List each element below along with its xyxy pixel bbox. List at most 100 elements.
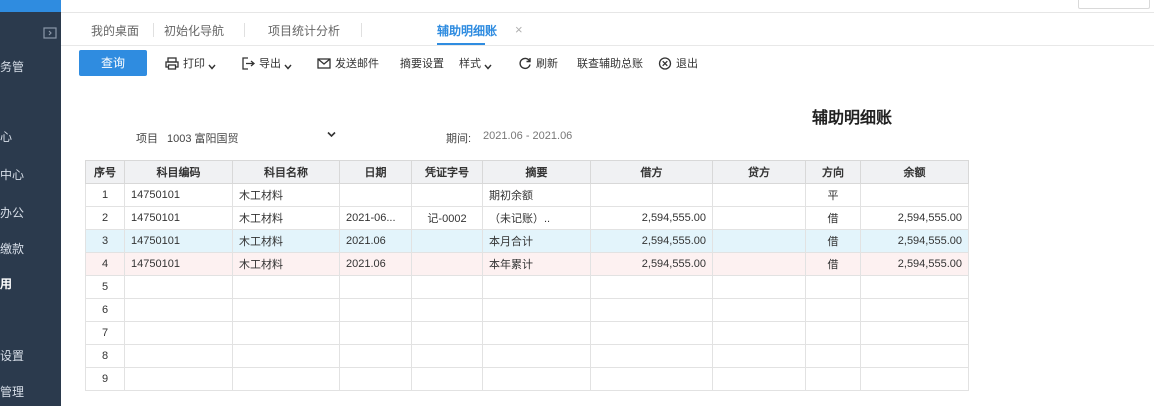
col-header-debit[interactable]: 借方	[590, 160, 713, 184]
export-button[interactable]: 导出	[241, 55, 296, 73]
cell-debit	[590, 344, 713, 368]
print-button[interactable]: 打印	[165, 55, 220, 73]
table-row[interactable]: 2 14750101 木工材料 2021-06... 记-0002 （未记账）.…	[85, 206, 969, 230]
col-header-no[interactable]: 序号	[85, 160, 125, 184]
export-icon	[242, 57, 256, 70]
sidebar-item-9[interactable]: 管理	[0, 383, 40, 401]
table-row[interactable]: 9	[85, 367, 969, 391]
sidebar-item-7[interactable]	[0, 311, 40, 329]
sidebar: 务管 心 中心 办公 缴款 用 设置 管理	[0, 0, 61, 406]
sidebar-item-5[interactable]: 缴款	[0, 240, 40, 258]
cell-summary: （未记账）..	[482, 206, 591, 230]
cell-debit	[590, 275, 713, 299]
cell-code: 14750101	[124, 252, 233, 276]
query-button[interactable]: 查询	[79, 50, 147, 76]
cell-summary: 本月合计	[482, 229, 591, 253]
cell-balance: 2,594,555.00	[860, 229, 969, 253]
printer-icon	[165, 57, 179, 70]
cell-summary: 期初余额	[482, 183, 591, 207]
cell-debit	[590, 298, 713, 322]
cell-name	[232, 344, 340, 368]
report-title: 辅助明细账	[812, 110, 893, 127]
cell-summary	[482, 275, 591, 299]
col-header-summary[interactable]: 摘要	[482, 160, 591, 184]
cell-summary: 本年累计	[482, 252, 591, 276]
col-header-credit[interactable]: 贷方	[712, 160, 806, 184]
collapse-icon[interactable]	[43, 26, 57, 40]
exit-button[interactable]: 退出	[658, 55, 698, 73]
sidebar-item-8[interactable]: 设置	[0, 347, 40, 365]
cell-name: 木工材料	[232, 206, 340, 230]
col-header-voucher[interactable]: 凭证字号	[411, 160, 483, 184]
cell-date	[339, 275, 412, 299]
sidebar-item-2[interactable]: 心	[0, 128, 40, 146]
cell-debit: 2,594,555.00	[590, 206, 713, 230]
cell-debit: 2,594,555.00	[590, 229, 713, 253]
close-icon[interactable]: ×	[515, 22, 523, 37]
cell-no: 5	[85, 275, 125, 299]
cell-direction	[805, 344, 861, 368]
exit-label: 退出	[676, 58, 698, 70]
cell-voucher	[411, 344, 483, 368]
cell-voucher	[411, 275, 483, 299]
col-header-direction[interactable]: 方向	[805, 160, 861, 184]
table-row[interactable]: 8	[85, 344, 969, 368]
cell-no: 7	[85, 321, 125, 345]
project-select[interactable]: 1003 富阳国贸	[167, 130, 239, 146]
sidebar-item-4[interactable]: 办公	[0, 204, 40, 222]
send-mail-button[interactable]: 发送邮件	[317, 55, 379, 73]
sidebar-item-3[interactable]: 中心	[0, 166, 40, 184]
chevron-down-icon[interactable]	[327, 131, 336, 138]
project-label: 项目	[136, 133, 158, 145]
voucher-link[interactable]: 记-0002	[411, 206, 483, 230]
cell-voucher	[411, 252, 483, 276]
sidebar-item-0[interactable]: 务管	[0, 58, 40, 76]
tab-my-desktop[interactable]: 我的桌面	[91, 22, 139, 40]
link-aux-summary-button[interactable]: 联查辅助总账	[577, 55, 643, 73]
cell-code: 14750101	[124, 206, 233, 230]
sidebar-item-6[interactable]: 用	[0, 275, 40, 293]
cell-name: 木工材料	[232, 252, 340, 276]
cell-name: 木工材料	[232, 229, 340, 253]
cell-direction	[805, 298, 861, 322]
tab-aux-detail-ledger[interactable]: 辅助明细账	[437, 22, 497, 40]
style-button[interactable]: 样式	[459, 55, 496, 73]
cell-debit	[590, 367, 713, 391]
cell-credit	[712, 229, 806, 253]
col-header-balance[interactable]: 余额	[860, 160, 969, 184]
cell-date	[339, 321, 412, 345]
cell-credit	[712, 206, 806, 230]
summary-settings-button[interactable]: 摘要设置	[400, 55, 444, 73]
table-row[interactable]: 1 14750101 木工材料 期初余额 平	[85, 183, 969, 207]
cell-summary	[482, 367, 591, 391]
table-header-row: 序号 科目编码 科目名称 日期 凭证字号 摘要 借方 贷方 方向 余额	[85, 160, 969, 184]
col-header-date[interactable]: 日期	[339, 160, 412, 184]
cell-no: 2	[85, 206, 125, 230]
cell-voucher	[411, 367, 483, 391]
refresh-label: 刷新	[536, 58, 558, 70]
cell-direction	[805, 321, 861, 345]
tab-divider	[244, 23, 245, 37]
export-label: 导出	[259, 58, 281, 70]
tab-bar: 我的桌面 初始化导航 项目统计分析 辅助明细账 ×	[61, 13, 1154, 46]
col-header-name[interactable]: 科目名称	[232, 160, 340, 184]
table-row[interactable]: 5	[85, 275, 969, 299]
cell-date	[339, 367, 412, 391]
table-row[interactable]: 7	[85, 321, 969, 345]
sidebar-item-1[interactable]	[0, 98, 40, 116]
table-row-highlighted[interactable]: 4 14750101 木工材料 2021.06 本年累计 2,594,555.0…	[85, 252, 969, 276]
table-row-selected[interactable]: 3 14750101 木工材料 2021.06 本月合计 2,594,555.0…	[85, 229, 969, 253]
table-row[interactable]: 6	[85, 298, 969, 322]
cell-summary	[482, 344, 591, 368]
cell-direction	[805, 367, 861, 391]
tab-project-stats[interactable]: 项目统计分析	[268, 22, 340, 40]
tab-init-navigation[interactable]: 初始化导航	[164, 22, 224, 40]
cell-balance	[860, 367, 969, 391]
top-search-box[interactable]	[1078, 0, 1150, 9]
col-header-code[interactable]: 科目编码	[124, 160, 233, 184]
cell-summary	[482, 321, 591, 345]
cell-date: 2021-06...	[339, 206, 412, 230]
cell-code	[124, 321, 233, 345]
active-tab-indicator	[437, 43, 485, 45]
refresh-button[interactable]: 刷新	[518, 55, 558, 73]
